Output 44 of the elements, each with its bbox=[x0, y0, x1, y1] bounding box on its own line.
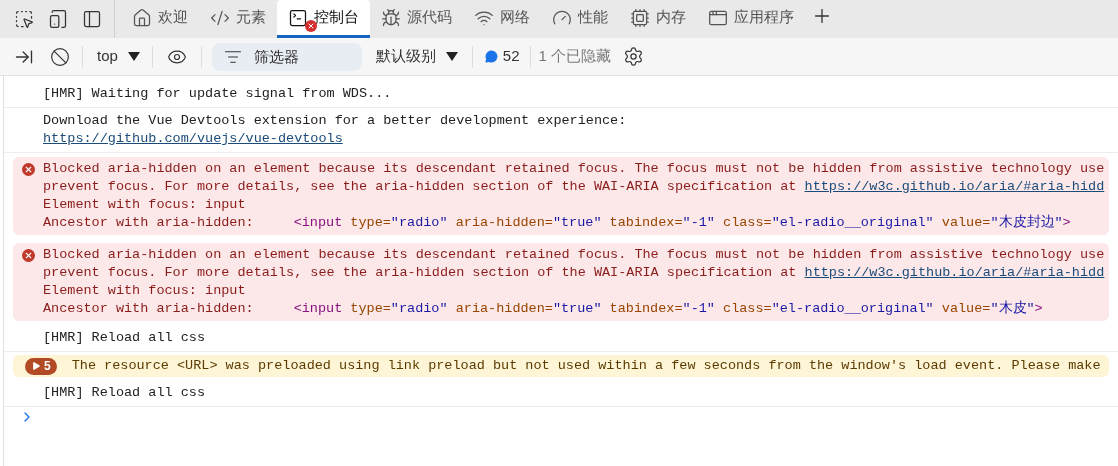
error-icon bbox=[21, 163, 35, 176]
log-message: [HMR] Waiting for update signal from WDS... bbox=[43, 85, 392, 103]
devtools-tab[interactable]: 网络 bbox=[463, 0, 541, 38]
message-icon bbox=[484, 50, 498, 63]
devtools-tab[interactable]: 内存 bbox=[619, 0, 697, 38]
dock-icon[interactable] bbox=[82, 9, 102, 29]
log-message: [HMR] Reload all css bbox=[43, 329, 206, 347]
devtools-tab[interactable]: 欢迎 bbox=[121, 0, 199, 38]
bug-icon bbox=[381, 7, 401, 28]
devtools-tab[interactable]: 源代码 bbox=[370, 0, 463, 38]
error-icon bbox=[21, 249, 35, 262]
caret-icon bbox=[127, 52, 140, 61]
devtools-tab[interactable]: 控制台 bbox=[277, 0, 370, 38]
warning-message: The resource <URL> was preloaded using link preload but not used within a few seconds from the window's load event. Please make bbox=[71, 357, 1101, 375]
expand-icon bbox=[31, 361, 41, 371]
element-snippet[interactable]: <input type="radio" aria-hidden="true" tabindex="-1" class="el-radio__original" value="木皮"> bbox=[293, 300, 1043, 318]
inspect-icon[interactable] bbox=[14, 9, 34, 29]
chip-icon bbox=[630, 7, 650, 28]
error-message: Blocked aria-hidden on an element because its descendant retained focus. The focus must not be hidden from assistive technology use prevent focus. For more details, see the aria-hidden section of the WAI-ARIA specification at https://w3c.github.io/aria/#aria-hidd Element with focus: input bbox=[43, 160, 1105, 214]
repeat-count: 5 bbox=[44, 358, 51, 375]
filter-field[interactable]: 筛选器 bbox=[211, 42, 362, 71]
element-snippet[interactable]: <input type="radio" aria-hidden="true" tabindex="-1" class="el-radio__original" value="木皮封边"> bbox=[293, 214, 1071, 232]
message-count[interactable]: 52 bbox=[502, 45, 520, 68]
devtools-tab[interactable]: 性能 bbox=[541, 0, 619, 38]
ancestor-label: Ancestor with aria-hidden: bbox=[43, 214, 254, 232]
devtools-link[interactable]: https://github.com/vuejs/vue-devtools bbox=[43, 131, 343, 146]
spec-link[interactable]: https://w3c.github.io/aria/#aria-hidd bbox=[804, 179, 1105, 194]
clear-icon[interactable] bbox=[50, 46, 70, 67]
home-icon bbox=[132, 7, 152, 28]
log-message: Download the Vue Devtools extension for a better development experience: https://github.com/vuejs/vue-devtools bbox=[43, 112, 627, 148]
settings-icon[interactable] bbox=[623, 46, 645, 67]
terminal-icon bbox=[288, 7, 308, 28]
error-message: Blocked aria-hidden on an element because its descendant retained focus. The focus must not be hidden from assistive technology use prevent focus. For more details, see the aria-hidden section of the WAI-ARIA specification at https://w3c.github.io/aria/#aria-hidd Element with focus: input bbox=[43, 246, 1105, 300]
caret-icon bbox=[445, 52, 458, 61]
spec-link[interactable]: https://w3c.github.io/aria/#aria-hidd bbox=[804, 265, 1105, 280]
log-level-dropdown[interactable]: 默认级别 bbox=[375, 45, 458, 68]
repeat-count-badge[interactable]: 5 bbox=[25, 357, 57, 375]
hidden-count: 1 个已隐藏 bbox=[538, 46, 612, 67]
log-message: [HMR] Reload all css bbox=[43, 384, 206, 402]
ancestor-label: Ancestor with aria-hidden: bbox=[43, 300, 254, 318]
devtools-tab[interactable]: 应用程序 bbox=[697, 0, 805, 38]
context-dropdown[interactable]: top bbox=[97, 45, 140, 68]
devtools-tab[interactable]: 元素 bbox=[199, 0, 277, 38]
device-icon[interactable] bbox=[48, 9, 68, 29]
